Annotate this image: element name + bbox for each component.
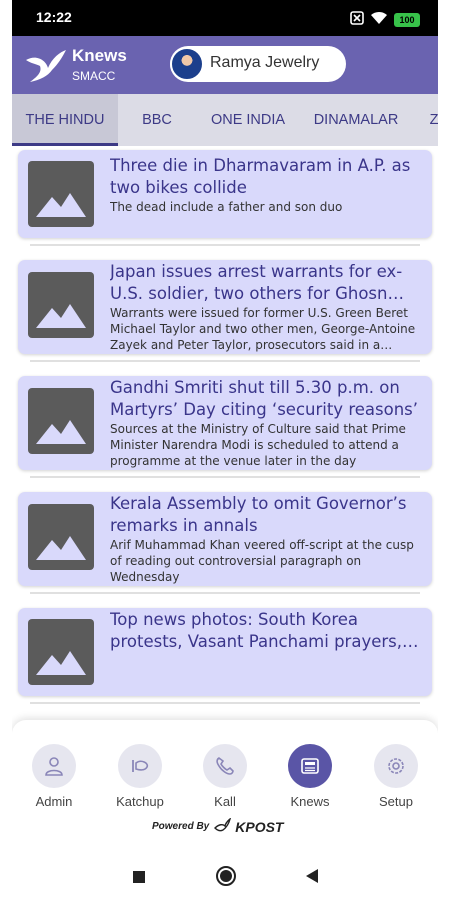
bird-logo-icon xyxy=(24,46,68,84)
divider xyxy=(30,592,420,594)
nav-kall[interactable]: Kall xyxy=(190,744,260,809)
news-description: The dead include a father and son duo xyxy=(110,200,343,214)
news-card[interactable]: Kerala Assembly to omit Governor’s remar… xyxy=(18,492,432,586)
tab-the-hindu[interactable]: THE HINDU xyxy=(12,94,118,146)
nav-knews[interactable]: Knews xyxy=(275,744,345,809)
nav-katchup[interactable]: Katchup xyxy=(105,744,175,809)
kpost-logo-icon xyxy=(213,816,232,836)
news-card[interactable]: Japan issues arrest warrants for ex-U.S.… xyxy=(18,260,432,354)
tab-z[interactable]: Z xyxy=(424,94,438,146)
news-description: Sources at the Ministry of Culture said … xyxy=(110,422,406,468)
user-name: Ramya Jewelry xyxy=(210,54,320,71)
user-profile-pill[interactable]: Ramya Jewelry xyxy=(170,46,346,82)
news-description: Arif Muhammad Khan veered off-script at … xyxy=(110,538,414,584)
nav-label: Kall xyxy=(214,794,236,809)
image-placeholder-icon xyxy=(28,619,94,685)
divider xyxy=(30,360,420,362)
bottom-navigation: Admin Katchup Kall Knews Setup Powered B… xyxy=(12,720,438,850)
phone-icon xyxy=(203,744,247,788)
image-placeholder-icon xyxy=(28,504,94,570)
divider xyxy=(30,244,420,246)
powered-by-brand: KPOST xyxy=(235,818,284,835)
battery-icon: 100 xyxy=(394,12,420,27)
katchup-icon xyxy=(118,744,162,788)
nav-label: Knews xyxy=(290,794,330,809)
close-box-icon xyxy=(350,10,364,29)
nav-label: Admin xyxy=(35,794,73,809)
source-tab-bar: THE HINDU BBC ONE INDIA DINAMALAR Z xyxy=(12,94,438,146)
status-bar: 12:22 100 xyxy=(12,0,438,36)
recents-button[interactable] xyxy=(132,869,146,888)
admin-icon xyxy=(32,744,76,788)
news-title: Top news photos: South Korea protests, V… xyxy=(110,610,402,651)
tab-one-india[interactable]: ONE INDIA xyxy=(204,94,292,146)
news-title: Kerala Assembly to omit Governor’s remar… xyxy=(110,494,407,535)
powered-by: Powered By KPOST xyxy=(152,816,284,836)
news-title: Gandhi Smriti shut till 5.30 p.m. on Mar… xyxy=(110,378,418,419)
back-button[interactable] xyxy=(305,868,319,888)
news-card[interactable]: Gandhi Smriti shut till 5.30 p.m. on Mar… xyxy=(18,376,432,470)
image-placeholder-icon xyxy=(28,161,94,227)
news-description: Warrants were issued for former U.S. Gre… xyxy=(110,306,416,352)
brand-name: Knews xyxy=(72,46,127,65)
avatar xyxy=(170,47,204,81)
news-card[interactable]: Top news photos: South Korea protests, V… xyxy=(18,608,432,696)
tab-bbc[interactable]: BBC xyxy=(134,94,180,146)
tab-dinamalar[interactable]: DINAMALAR xyxy=(308,94,404,146)
image-placeholder-icon xyxy=(28,272,94,338)
home-button[interactable] xyxy=(215,865,237,891)
settings-icon xyxy=(374,744,418,788)
status-icons: 100 xyxy=(350,10,420,29)
nav-admin[interactable]: Admin xyxy=(19,744,89,809)
news-title: Three die in Dharmavaram in A.P. as two … xyxy=(110,156,411,197)
app-header: Knews SMACC Ramya Jewelry xyxy=(12,36,438,94)
divider xyxy=(30,702,420,704)
newspaper-icon xyxy=(288,744,332,788)
phone-screen: 12:22 100 Knews SMACC Ramya Jewelry THE … xyxy=(12,0,438,900)
nav-setup[interactable]: Setup xyxy=(361,744,431,809)
powered-by-text: Powered By xyxy=(152,821,210,832)
news-list[interactable]: Three die in Dharmavaram in A.P. as two … xyxy=(12,146,438,720)
system-navigation-bar xyxy=(12,850,438,900)
nav-label: Setup xyxy=(379,794,413,809)
brand-subtitle: SMACC xyxy=(72,69,116,83)
image-placeholder-icon xyxy=(28,388,94,454)
wifi-icon xyxy=(370,10,388,29)
divider xyxy=(30,476,420,478)
status-time: 12:22 xyxy=(36,9,72,25)
nav-label: Katchup xyxy=(116,794,164,809)
news-card[interactable]: Three die in Dharmavaram in A.P. as two … xyxy=(18,150,432,238)
news-title: Japan issues arrest warrants for ex-U.S.… xyxy=(110,262,403,303)
